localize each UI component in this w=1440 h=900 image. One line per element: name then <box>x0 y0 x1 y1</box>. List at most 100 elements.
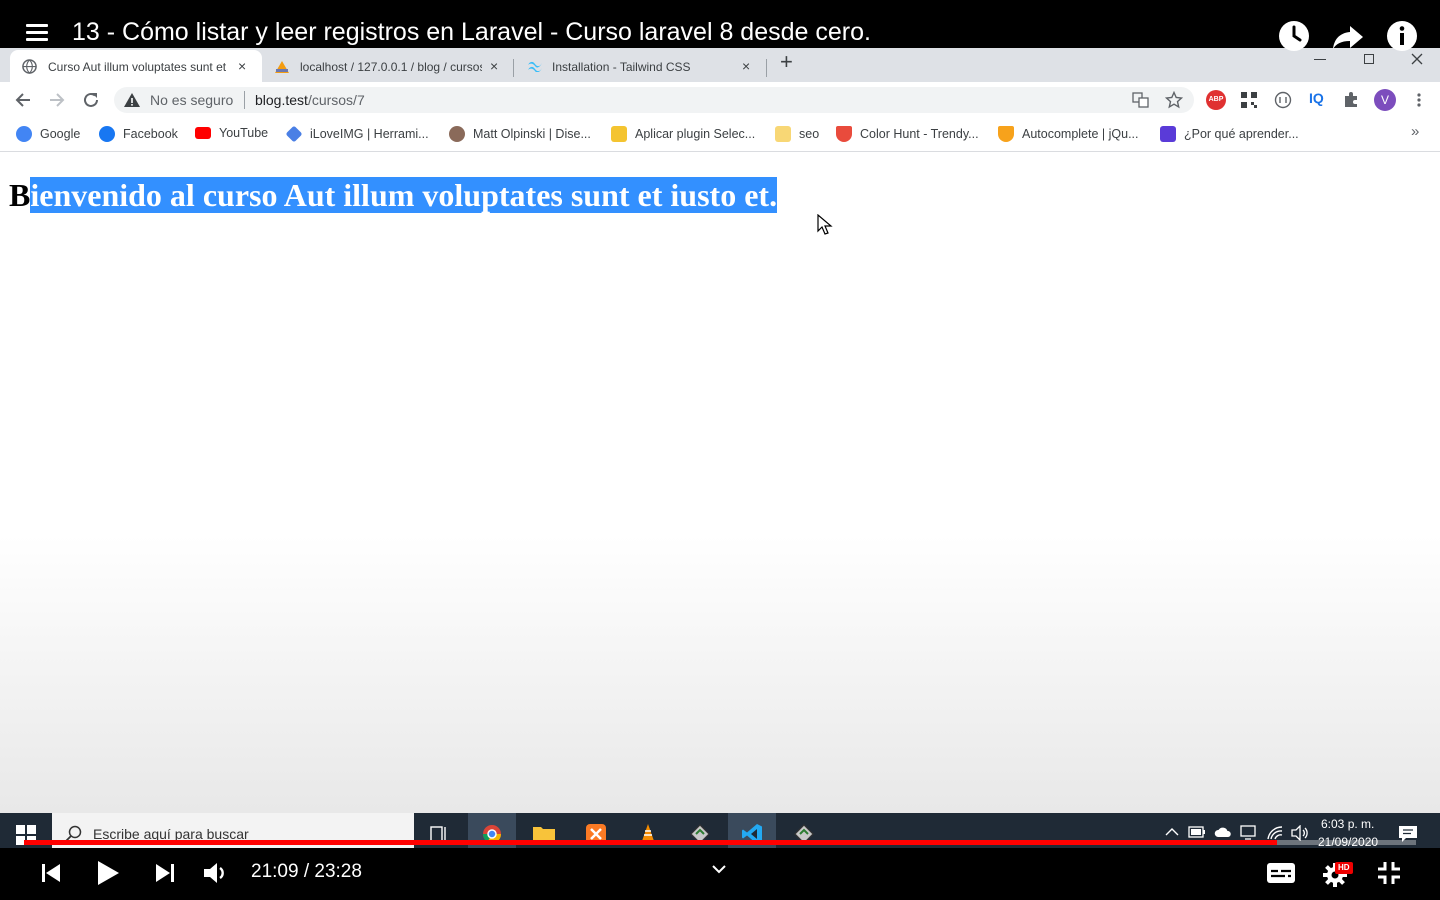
bookmark-label: ¿Por qué aprender... <box>1184 127 1299 141</box>
play-icon[interactable] <box>96 860 120 886</box>
page-heading[interactable]: Bienvenido al curso Aut illum voluptates… <box>9 176 778 214</box>
tab-active[interactable]: Curso Aut illum voluptates sunt et iusto… <box>10 50 262 82</box>
bookmark-label: Aplicar plugin Selec... <box>635 127 756 141</box>
bookmark-color-hunt[interactable]: Color Hunt - Trendy... <box>836 126 979 142</box>
reload-icon[interactable] <box>82 91 100 109</box>
globe-icon <box>22 59 37 74</box>
url-host: blog.test <box>255 92 308 108</box>
bookmark-facebook[interactable]: Facebook <box>99 126 178 142</box>
subtitles-icon[interactable] <box>1266 861 1296 885</box>
bookmark-label: YouTube <box>219 126 269 140</box>
heading-selected-text: ienvenido al curso Aut illum voluptates … <box>30 177 778 213</box>
bookmark-ilovemg[interactable]: iLoveIMG | Herrami... <box>285 125 429 143</box>
mouse-cursor-icon <box>817 214 833 235</box>
progress-fill[interactable] <box>24 840 1277 845</box>
video-time: 21:09 / 23:28 <box>251 861 362 883</box>
watch-later-icon[interactable] <box>1276 18 1312 54</box>
chevron-down-icon[interactable] <box>711 864 727 874</box>
security-label[interactable]: No es seguro <box>150 92 233 108</box>
forward-arrow-icon[interactable] <box>48 91 66 109</box>
playlist-menu-icon[interactable] <box>26 24 50 44</box>
share-icon[interactable] <box>1330 18 1366 54</box>
wifi-icon[interactable] <box>1266 825 1284 841</box>
google-icon <box>16 126 32 142</box>
shield-icon <box>998 126 1014 142</box>
youtube-icon <box>195 127 211 139</box>
network-icon[interactable] <box>1240 825 1258 841</box>
minimize-button[interactable] <box>1314 59 1326 60</box>
bookmark-label: Google <box>40 127 81 141</box>
tab-separator <box>766 59 767 77</box>
bookmark-label: iLoveIMG | Herrami... <box>310 127 429 141</box>
address-divider <box>244 91 245 109</box>
close-tab-icon[interactable]: × <box>742 58 750 74</box>
more-menu-icon[interactable] <box>1416 92 1422 108</box>
tab-phpmyadmin[interactable]: localhost / 127.0.0.1 / blog / cursos × <box>262 50 512 82</box>
address-bar[interactable]: No es seguro blog.test/cursos/7 <box>114 87 1194 113</box>
total-time: 23:28 <box>314 861 362 882</box>
video-title[interactable]: 13 - Cómo listar y leer registros en Lar… <box>72 18 871 47</box>
facebook-icon <box>99 126 115 142</box>
more-bookmarks-icon[interactable]: » <box>1411 123 1419 140</box>
browser-tab-strip: Curso Aut illum voluptates sunt et iusto… <box>0 45 1440 82</box>
window-close-button[interactable] <box>1411 53 1423 65</box>
web-page <box>0 152 1440 813</box>
bookmark-seo[interactable]: seo <box>775 126 819 142</box>
bookmark-label: seo <box>799 127 820 141</box>
adblock-extension-icon[interactable]: ABP <box>1206 90 1226 110</box>
iq-extension-icon[interactable]: IQ <box>1309 90 1324 106</box>
bookmark-label: Matt Olpinski | Dise... <box>473 127 591 141</box>
tab-label: Installation - Tailwind CSS <box>552 60 691 74</box>
time-separator: / <box>298 861 315 882</box>
heading-first-letter: B <box>9 177 31 213</box>
bookmark-google[interactable]: Google <box>16 126 80 142</box>
app-icon <box>1160 126 1176 142</box>
url-text[interactable]: blog.test/cursos/7 <box>255 92 365 108</box>
qr-code-icon[interactable] <box>1240 91 1258 109</box>
bookmark-aplicar-plugin[interactable]: Aplicar plugin Selec... <box>611 126 755 142</box>
folder-icon <box>611 126 627 142</box>
color-hunt-icon <box>836 126 852 142</box>
phpmyadmin-icon <box>275 61 289 73</box>
onedrive-cloud-icon[interactable] <box>1214 826 1232 838</box>
volume-icon[interactable] <box>202 861 230 885</box>
bookmark-autocomplete[interactable]: Autocomplete | jQu... <box>998 126 1139 142</box>
next-video-icon[interactable] <box>154 862 176 884</box>
tab-label: localhost / 127.0.0.1 / blog / cursos <box>300 60 482 74</box>
bookmark-star-icon[interactable] <box>1165 91 1183 109</box>
bookmark-por-que-aprender[interactable]: ¿Por qué aprender... <box>1160 126 1299 142</box>
new-tab-button[interactable]: + <box>780 49 793 75</box>
tab-label: Curso Aut illum voluptates sunt et iusto… <box>48 60 226 74</box>
volume-icon[interactable] <box>1290 825 1310 841</box>
bookmark-matt-olpinski[interactable]: Matt Olpinski | Dise... <box>449 126 591 142</box>
bookmark-label: Autocomplete | jQu... <box>1022 127 1139 141</box>
bookmark-youtube[interactable]: YouTube <box>195 126 268 140</box>
settings-button[interactable]: HD <box>1322 860 1356 888</box>
folder-icon <box>775 126 791 142</box>
tab-tailwind[interactable]: Installation - Tailwind CSS × <box>514 50 764 82</box>
tailwind-icon <box>528 61 542 72</box>
info-icon[interactable] <box>1384 18 1420 54</box>
extension-circle-icon[interactable] <box>1274 91 1292 109</box>
bookmark-label: Facebook <box>123 127 178 141</box>
url-path: /cursos/7 <box>307 92 365 108</box>
previous-video-icon[interactable] <box>40 862 62 884</box>
video-title-bar: 13 - Cómo listar y leer registros en Lar… <box>0 0 1440 51</box>
bookmark-label: Color Hunt - Trendy... <box>860 127 979 141</box>
profile-avatar[interactable]: V <box>1374 89 1396 111</box>
show-hidden-icons-icon[interactable] <box>1165 827 1179 837</box>
heart-icon <box>285 125 303 143</box>
avatar-icon <box>449 126 465 142</box>
taskbar-clock-time[interactable]: 6:03 p. m. <box>1321 817 1374 831</box>
hd-badge: HD <box>1335 862 1353 874</box>
exit-fullscreen-icon[interactable] <box>1377 861 1401 885</box>
battery-icon[interactable] <box>1188 826 1206 838</box>
warning-icon <box>124 93 140 107</box>
close-tab-icon[interactable]: × <box>238 58 246 74</box>
restore-button[interactable] <box>1364 54 1374 64</box>
back-arrow-icon[interactable] <box>14 91 32 109</box>
extensions-puzzle-icon[interactable] <box>1342 91 1360 109</box>
close-tab-icon[interactable]: × <box>490 58 498 74</box>
current-time: 21:09 <box>251 861 299 882</box>
translate-icon[interactable] <box>1132 92 1149 108</box>
